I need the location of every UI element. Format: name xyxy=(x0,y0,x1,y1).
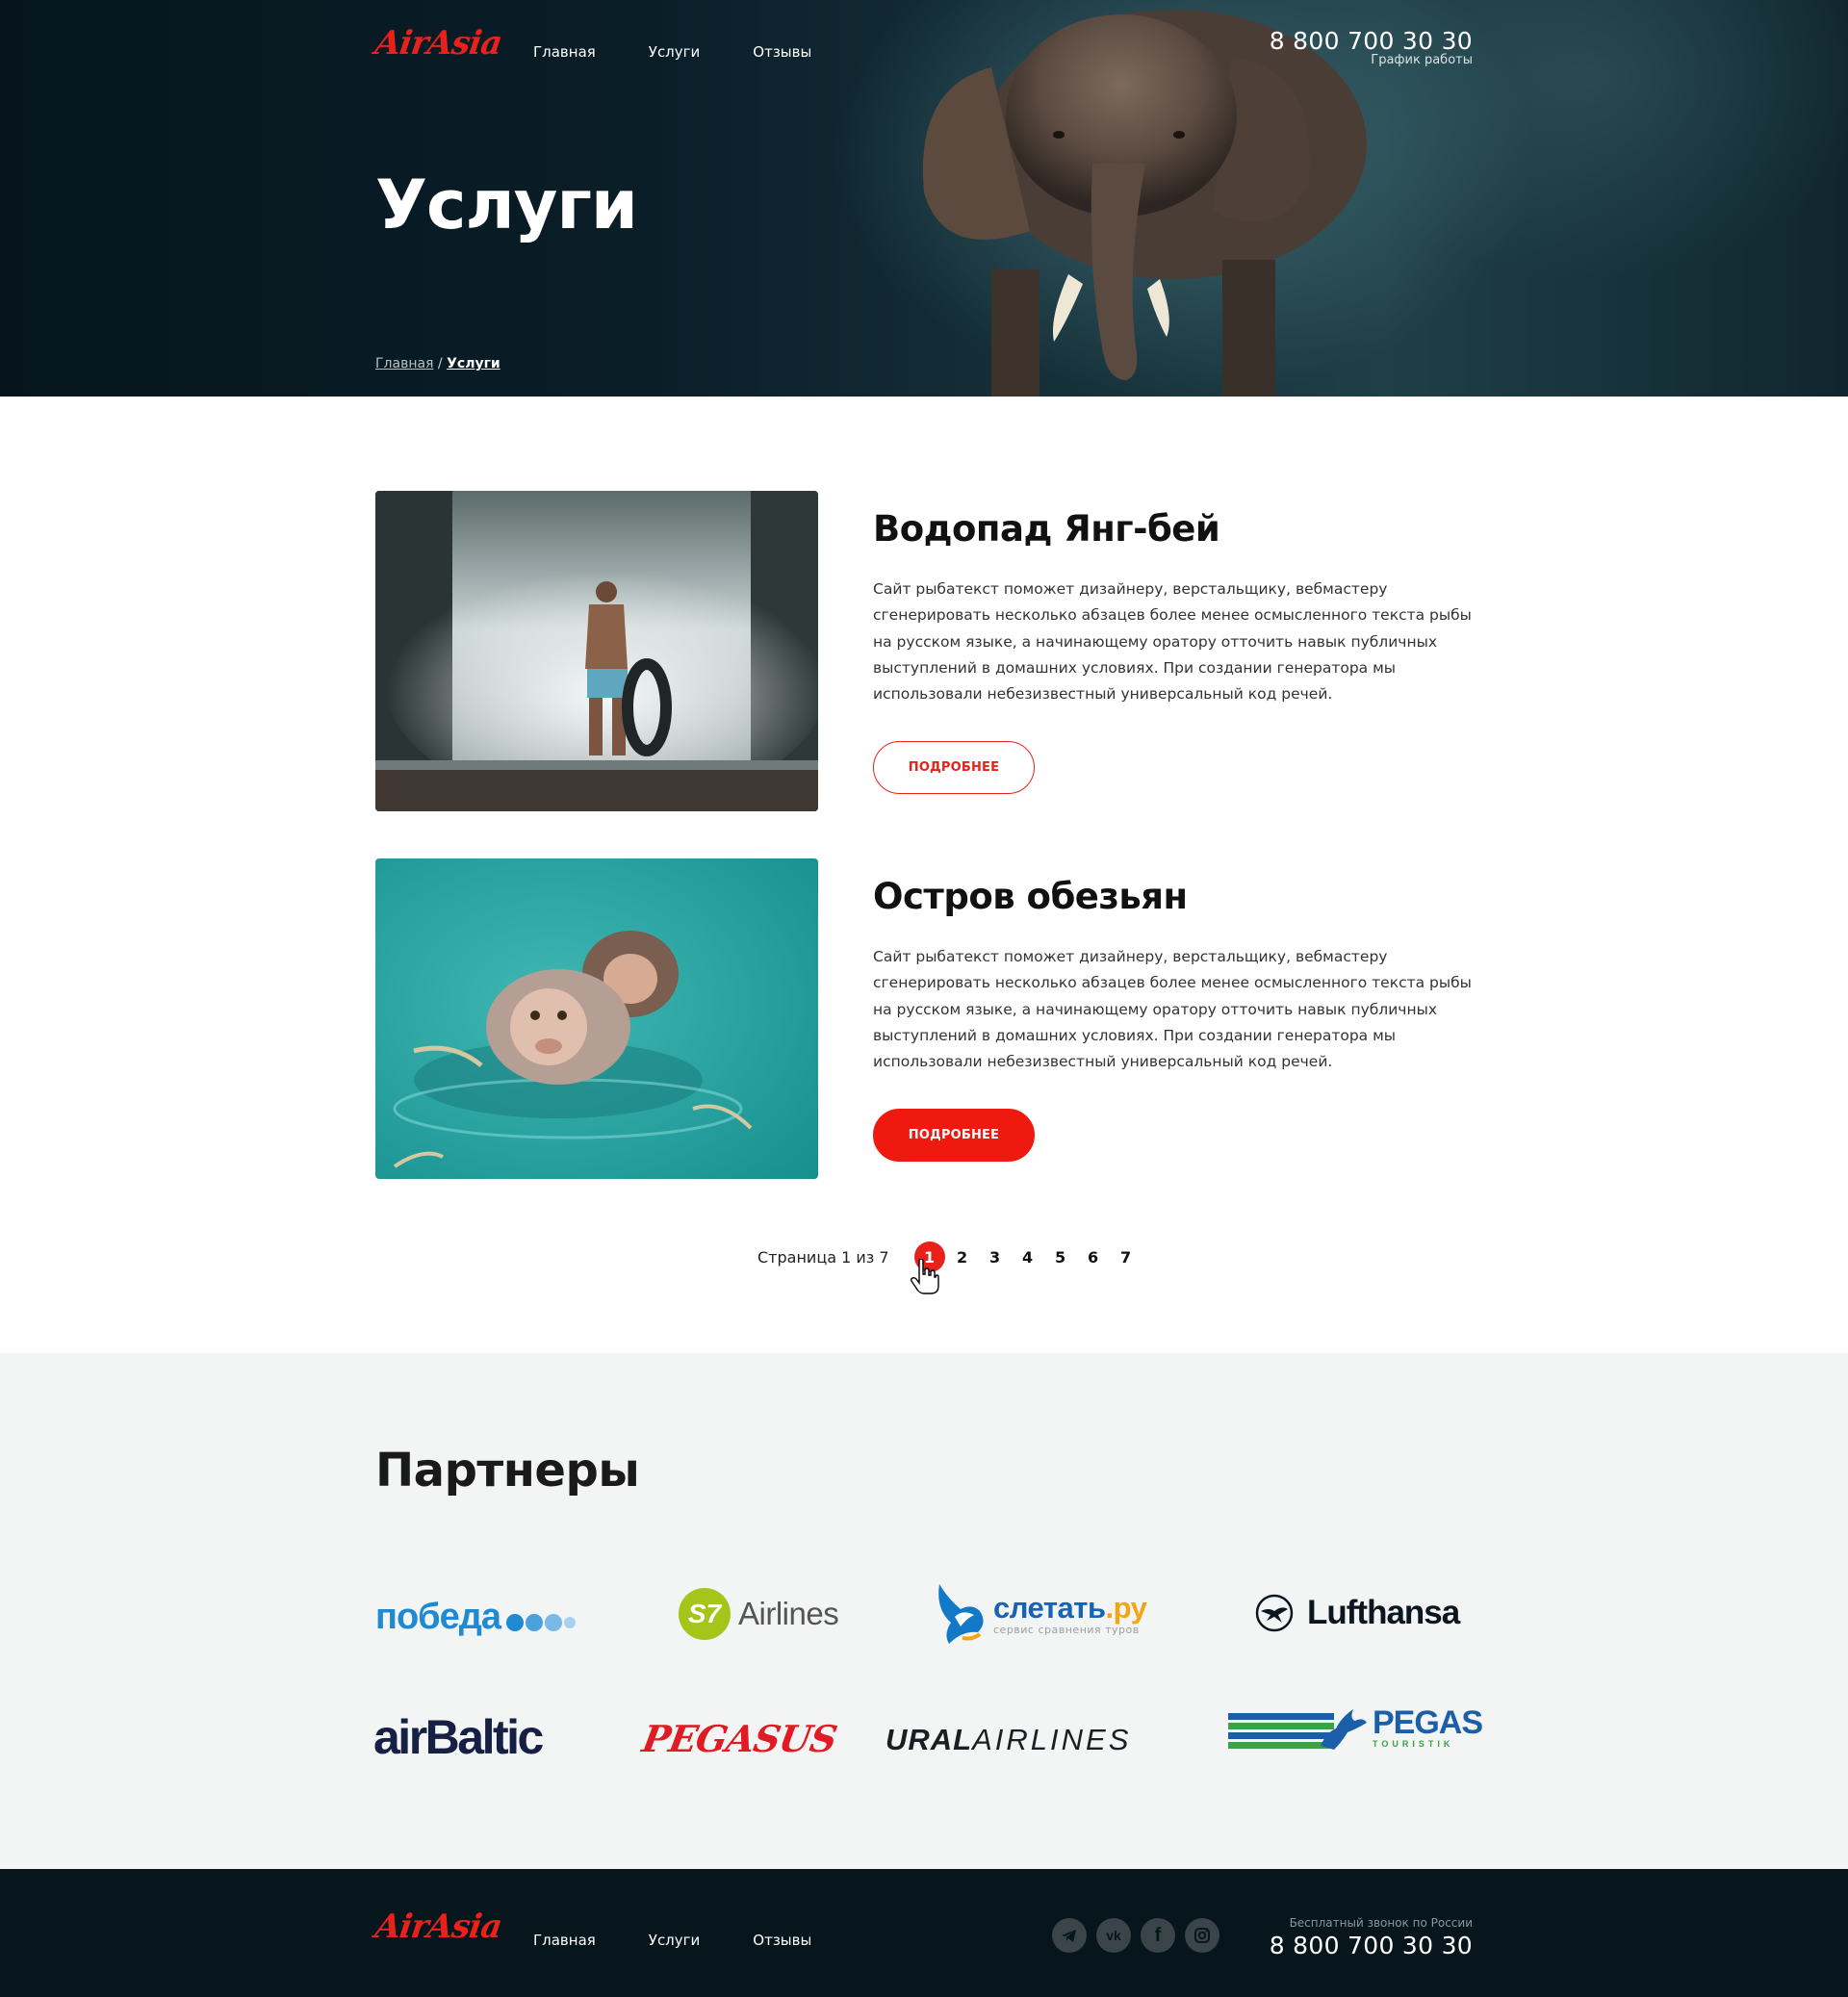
details-button[interactable]: ПОДРОБНЕЕ xyxy=(873,741,1035,794)
footer-link-services[interactable]: Услуги xyxy=(649,1932,700,1949)
partner-pegasus-logo[interactable]: PEGASUS xyxy=(639,1717,839,1760)
service-description: Сайт рыбатекст поможет дизайнеру, верста… xyxy=(873,580,1472,704)
service-description: Сайт рыбатекст поможет дизайнеру, верста… xyxy=(873,948,1472,1071)
header-phone[interactable]: 8 800 700 30 30 xyxy=(1184,27,1473,55)
nav-link-reviews[interactable]: Отзывы xyxy=(753,43,811,61)
partner-pobeda-logo[interactable]: победа xyxy=(375,1597,577,1638)
partner-ural-logo[interactable]: URAL AIRLINES xyxy=(886,1723,1131,1757)
page-3[interactable]: 3 xyxy=(980,1242,1011,1272)
footer xyxy=(0,1869,1848,1997)
partners-section: Партнеры победа S7 Airlines слетать.ру с… xyxy=(0,1353,1848,1869)
pegasus-wordmark: PEGASUS xyxy=(639,1717,840,1760)
lufthansa-wordmark: Lufthansa xyxy=(1307,1594,1460,1631)
hero-banner: AirAsia Главная Услуги Отзывы 8 800 700 … xyxy=(0,0,1848,397)
facebook-icon[interactable]: f xyxy=(1141,1918,1175,1953)
pegas-wordmark: PEGAS xyxy=(1373,1704,1483,1741)
service-title: Водопад Янг-бей xyxy=(873,508,1220,550)
schedule-link[interactable]: График работы xyxy=(1184,53,1473,67)
partner-pegas-logo[interactable]: PEGAS TOURISTIK xyxy=(1228,1703,1483,1752)
details-button[interactable]: ПОДРОБНЕЕ xyxy=(873,1109,1035,1162)
page-5[interactable]: 5 xyxy=(1045,1242,1076,1272)
partner-airbaltic-logo[interactable]: airBaltic xyxy=(373,1709,544,1765)
service-card: Водопад Янг-бей Сайт рыбатекст поможет д… xyxy=(375,491,1473,811)
pegas-subtitle: TOURISTIK xyxy=(1373,1739,1454,1749)
s7-wordmark: Airlines xyxy=(738,1596,839,1631)
page-6[interactable]: 6 xyxy=(1078,1242,1109,1272)
monkeys-image[interactable] xyxy=(375,858,818,1179)
breadcrumb-home[interactable]: Главная xyxy=(375,356,433,371)
sletat-tld: .ру xyxy=(1105,1590,1147,1625)
airbaltic-wordmark: airBaltic xyxy=(373,1710,544,1764)
ural-wordmark-bold: URAL xyxy=(886,1723,973,1756)
service-title: Остров обезьян xyxy=(873,876,1188,917)
logo[interactable]: AirAsia xyxy=(372,24,503,63)
footer-phone[interactable]: 8 800 700 30 30 xyxy=(1184,1932,1473,1959)
vk-glyph: vk xyxy=(1106,1928,1121,1943)
waterfall-image[interactable] xyxy=(375,491,818,811)
footer-nav: Главная Услуги Отзывы xyxy=(533,1932,811,1949)
breadcrumb-current: Услуги xyxy=(447,356,500,371)
hand-cursor-icon xyxy=(911,1259,939,1294)
sletat-wordmark: слетать xyxy=(993,1590,1106,1625)
header-nav: Главная Услуги Отзывы xyxy=(533,43,811,61)
partner-sletat-logo[interactable]: слетать.ру сервис сравнения туров xyxy=(934,1578,1155,1648)
pobeda-dots-icon xyxy=(506,1613,577,1631)
sletat-tagline: сервис сравнения туров xyxy=(993,1623,1140,1636)
header-contacts: 8 800 700 30 30 График работы xyxy=(1184,27,1473,67)
nav-link-services[interactable]: Услуги xyxy=(649,43,700,61)
service-card: Остров обезьян Сайт рыбатекст поможет ди… xyxy=(375,858,1473,1179)
pegas-horse-icon xyxy=(1228,1709,1367,1750)
page-2[interactable]: 2 xyxy=(947,1242,978,1272)
sletat-bird-icon xyxy=(938,1584,984,1644)
page-7[interactable]: 7 xyxy=(1111,1242,1142,1272)
pagination: Страница 1 из 7 1 2 3 4 5 6 7 xyxy=(757,1242,1143,1272)
free-call-label: Бесплатный звонок по России xyxy=(1289,1916,1473,1930)
footer-logo[interactable]: AirAsia xyxy=(372,1907,503,1946)
page-4[interactable]: 4 xyxy=(1013,1242,1043,1272)
pobeda-wordmark: победа xyxy=(375,1597,501,1637)
telegram-icon[interactable] xyxy=(1052,1918,1087,1953)
partner-lufthansa-logo[interactable]: Lufthansa xyxy=(1255,1594,1460,1632)
lufthansa-crane-icon xyxy=(1255,1594,1294,1632)
partner-s7-logo[interactable]: S7 Airlines xyxy=(679,1588,839,1640)
footer-link-home[interactable]: Главная xyxy=(533,1932,596,1949)
partners-title: Партнеры xyxy=(375,1444,640,1498)
breadcrumb: Главная / Услуги xyxy=(375,356,500,371)
footer-contacts: Бесплатный звонок по России 8 800 700 30… xyxy=(1184,1916,1473,1959)
nav-link-home[interactable]: Главная xyxy=(533,43,596,61)
vk-icon[interactable]: vk xyxy=(1096,1918,1131,1953)
footer-link-reviews[interactable]: Отзывы xyxy=(753,1932,811,1949)
ural-wordmark-light: AIRLINES xyxy=(972,1723,1132,1756)
s7-mark-icon: S7 xyxy=(679,1588,731,1640)
page-title: Услуги xyxy=(375,166,638,244)
breadcrumb-separator: / xyxy=(433,356,448,371)
facebook-glyph: f xyxy=(1154,1924,1162,1946)
page-info: Страница 1 из 7 xyxy=(757,1247,889,1267)
